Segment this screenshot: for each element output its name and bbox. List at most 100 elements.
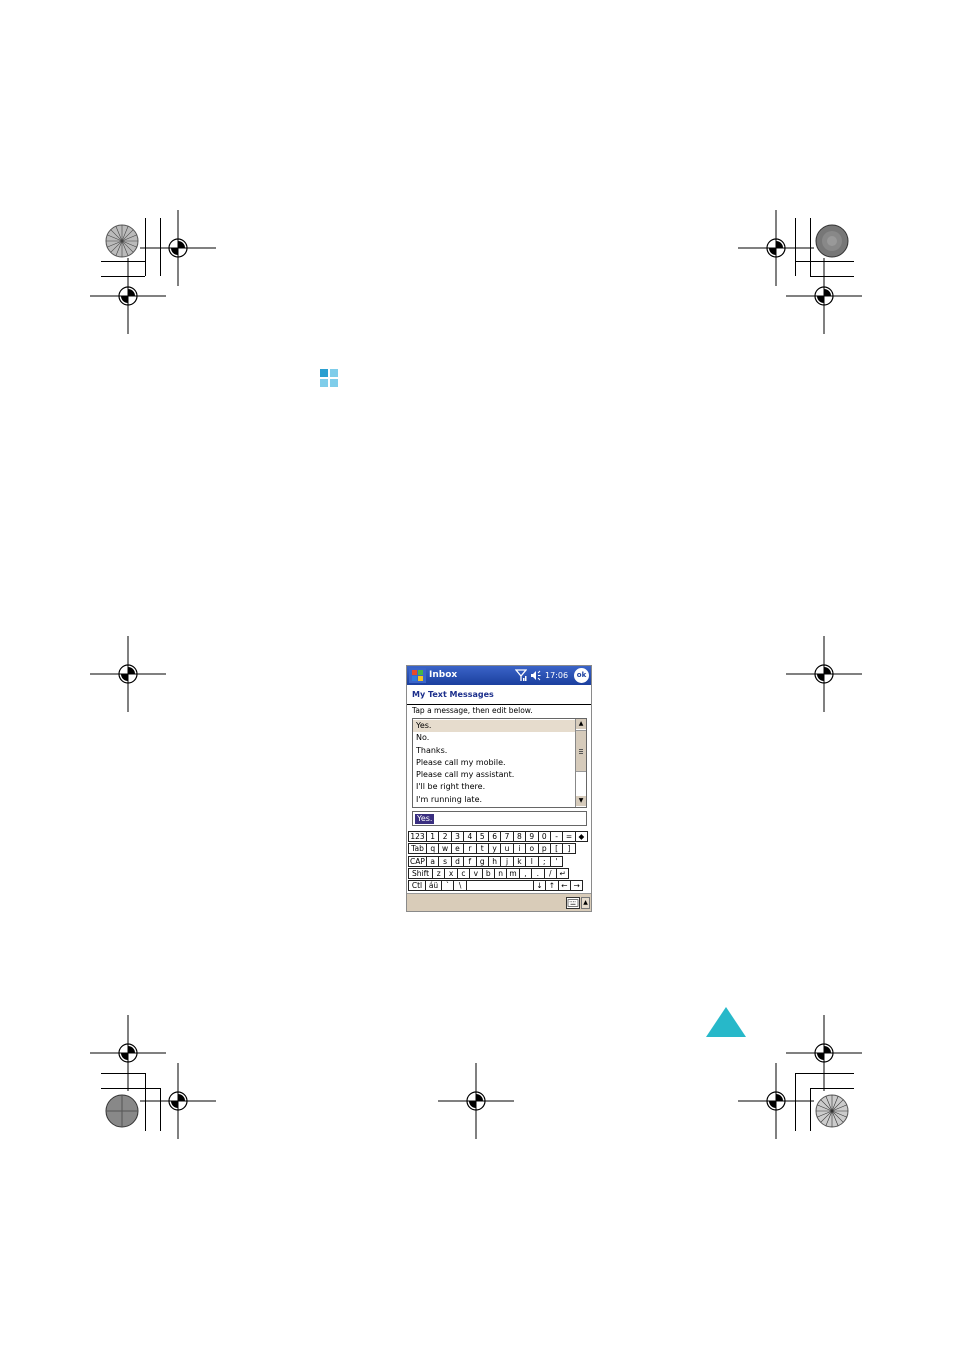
keyboard-row: Shift z x c v b n m,. / ↵ <box>408 867 570 880</box>
registration-mark-icon <box>438 1063 514 1139</box>
key[interactable]: 1 <box>426 831 440 842</box>
app-title[interactable]: Inbox <box>429 670 457 680</box>
key[interactable]: i <box>512 843 527 855</box>
key[interactable]: t <box>475 843 489 855</box>
list-item[interactable]: Please call my mobile. <box>413 757 577 769</box>
key[interactable]: m <box>506 867 520 879</box>
key[interactable]: d <box>450 855 465 867</box>
key[interactable]: k <box>512 855 527 867</box>
triangle-icon <box>706 1007 746 1037</box>
key[interactable]: 8 <box>512 831 527 842</box>
key[interactable]: → <box>569 880 584 892</box>
key[interactable]: h <box>487 855 502 867</box>
key[interactable]: 3 <box>450 831 465 842</box>
signal-icon[interactable] <box>515 669 527 682</box>
ok-icon: ok <box>576 671 587 679</box>
key[interactable]: ↵ <box>555 867 570 879</box>
ok-button[interactable]: ok <box>574 668 589 683</box>
keyboard-row: 123 1 2 3 4 5 6 7 8 9 0- = ◆ <box>408 831 589 843</box>
key[interactable]: b <box>481 867 495 879</box>
message-edit-field[interactable]: Yes. <box>412 811 587 826</box>
section-icon <box>320 369 339 388</box>
key[interactable]: y <box>487 843 502 855</box>
key[interactable]: e <box>450 843 465 855</box>
key[interactable]: Shift <box>408 867 433 879</box>
list-item[interactable]: Yes. <box>413 720 577 733</box>
key[interactable]: . <box>531 867 545 879</box>
key[interactable]: p <box>537 843 551 855</box>
key[interactable]: 5 <box>475 831 489 842</box>
key[interactable]: g <box>475 855 489 867</box>
registration-mark-icon <box>90 258 166 334</box>
key[interactable]: q <box>426 843 440 855</box>
list-item[interactable]: No. <box>413 732 577 744</box>
key[interactable]: ] <box>562 843 576 855</box>
keyboard-row: Ctl áü ` \ ↓ ↑ ← → <box>408 880 584 892</box>
key[interactable]: ↓ <box>532 880 547 892</box>
list-item[interactable]: Please call my assistant. <box>413 769 577 781</box>
key[interactable]: Ctl <box>408 880 426 892</box>
key[interactable]: 2 <box>438 831 452 842</box>
key[interactable]: s <box>438 855 452 867</box>
title-bar: Inbox 17:06 ok <box>407 666 591 685</box>
soft-keyboard[interactable]: 123 1 2 3 4 5 6 7 8 9 0- = ◆ Tab q w e r t y u i o p[] CAP a s d f g h… <box>407 831 591 893</box>
key[interactable]: c <box>456 867 471 879</box>
rosette-icon <box>105 224 139 258</box>
keyboard-icon[interactable] <box>566 897 580 909</box>
key[interactable]: ◆ <box>574 831 589 842</box>
key[interactable]: 6 <box>487 831 502 842</box>
list-item[interactable]: I'll be right there. <box>413 781 577 793</box>
key[interactable]: 0 <box>537 831 551 842</box>
scroll-thumb[interactable] <box>576 730 586 772</box>
clock[interactable]: 17:06 <box>545 671 568 680</box>
space-key[interactable] <box>465 880 534 892</box>
registration-mark-icon <box>90 636 166 712</box>
key[interactable]: w <box>438 843 452 855</box>
key[interactable]: n <box>493 867 508 879</box>
key[interactable]: - <box>549 831 564 842</box>
key[interactable]: ` <box>441 880 455 892</box>
key[interactable]: \ <box>453 880 467 892</box>
key[interactable]: ← <box>557 880 571 892</box>
key[interactable]: j <box>500 855 514 867</box>
keyboard-row: CAP a s d f g h j k l; ' <box>408 855 564 868</box>
key[interactable]: 9 <box>525 831 539 842</box>
key[interactable]: l <box>525 855 539 867</box>
key[interactable]: / <box>543 867 557 879</box>
key[interactable]: o <box>525 843 539 855</box>
message-list[interactable]: Yes. No. Thanks. Please call my mobile. Plea… <box>412 718 587 808</box>
key[interactable]: v <box>469 867 483 879</box>
rosette-icon <box>815 224 849 258</box>
key[interactable]: ; <box>537 855 551 867</box>
scroll-up-icon[interactable]: ▲ <box>576 719 586 729</box>
key[interactable]: x <box>444 867 458 879</box>
registration-mark-icon <box>786 636 862 712</box>
key[interactable]: r <box>463 843 477 855</box>
key[interactable]: 7 <box>500 831 514 842</box>
registration-mark-icon <box>786 258 862 334</box>
rosette-icon <box>815 1094 849 1128</box>
key[interactable]: 4 <box>463 831 477 842</box>
key[interactable]: áü <box>425 880 442 892</box>
chevron-up-icon[interactable]: ▲ <box>581 897 590 909</box>
key[interactable]: = <box>562 831 576 842</box>
key[interactable]: f <box>463 855 477 867</box>
key[interactable]: ' <box>549 855 564 867</box>
list-item[interactable]: Thanks. <box>413 745 577 757</box>
scroll-down-icon[interactable]: ▼ <box>576 796 586 806</box>
key[interactable]: u <box>500 843 514 855</box>
page-title: My Text Messages <box>412 690 494 699</box>
key[interactable]: Tab <box>408 843 427 855</box>
speaker-icon[interactable] <box>530 670 541 681</box>
key[interactable]: z <box>432 867 446 879</box>
registration-mark-icon <box>738 1063 814 1139</box>
key[interactable]: ↑ <box>545 880 559 892</box>
key[interactable]: [ <box>549 843 564 855</box>
start-menu-icon[interactable] <box>409 668 426 683</box>
key[interactable]: , <box>518 867 533 879</box>
scrollbar[interactable]: ▲ ▼ <box>575 719 586 807</box>
key[interactable]: 123 <box>408 831 427 842</box>
list-item[interactable]: I'm running late. <box>413 794 577 806</box>
key[interactable]: a <box>426 855 440 867</box>
key[interactable]: CAP <box>408 855 427 867</box>
